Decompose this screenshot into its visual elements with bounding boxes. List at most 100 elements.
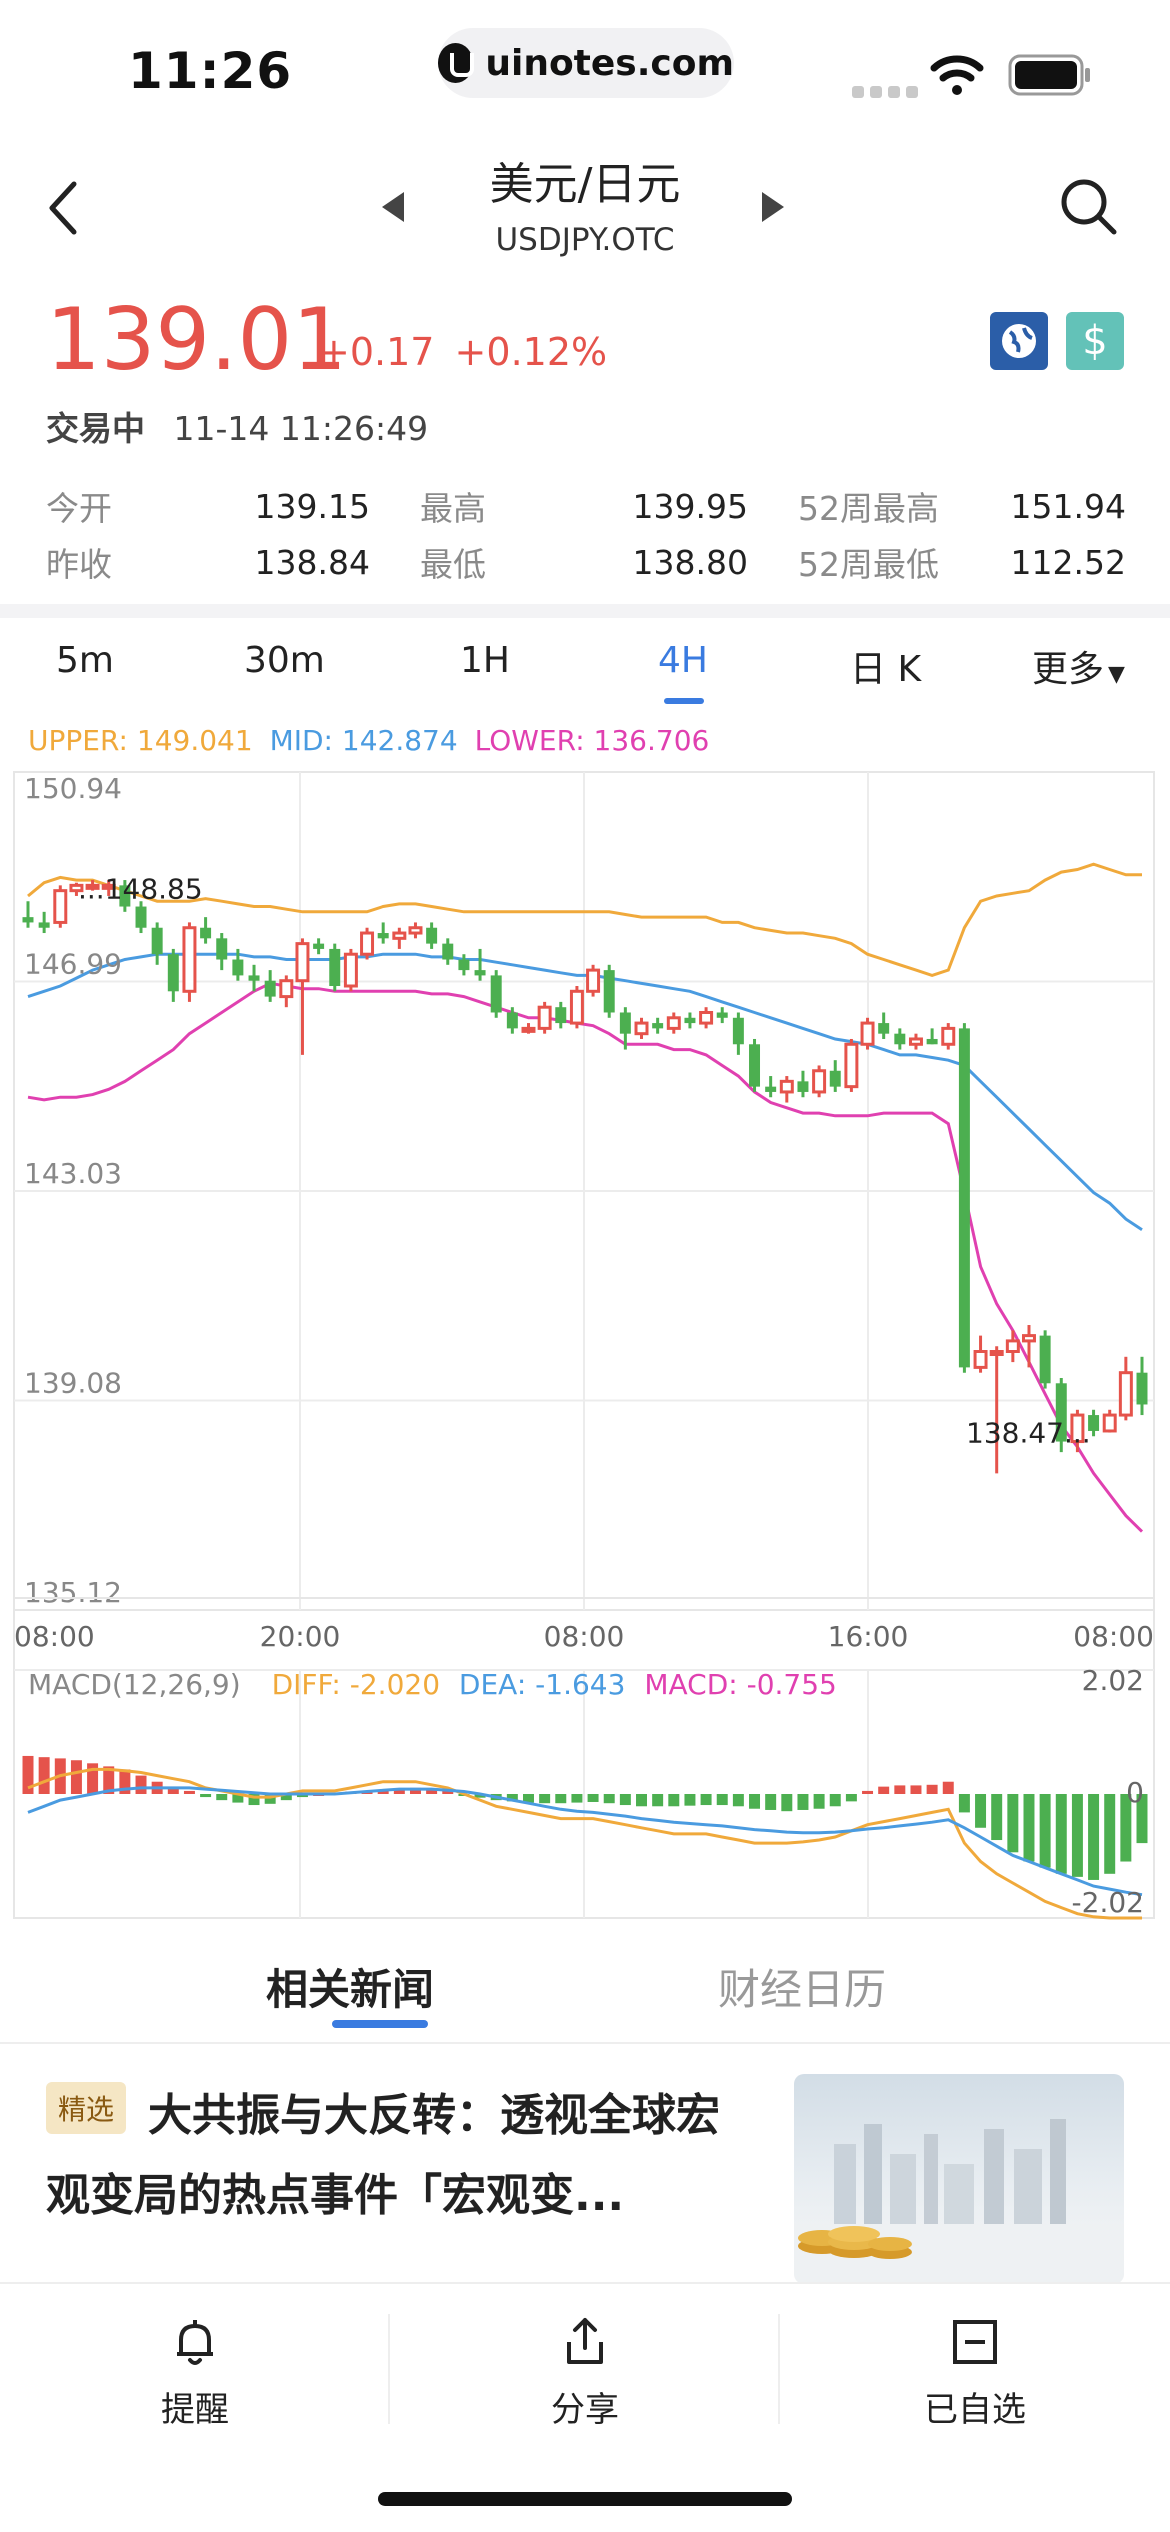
- macd-bar: [539, 1794, 551, 1804]
- quote-time: 11-14 11:26:49: [173, 409, 429, 448]
- candle-body: [264, 980, 276, 997]
- macd-bar: [813, 1794, 825, 1809]
- macd-bar: [797, 1794, 809, 1810]
- candle-body: [749, 1044, 761, 1087]
- stats-row: 今开 139.15 最高 139.95 52周最高 151.94: [46, 478, 1126, 534]
- stat-value: 151.94: [1010, 486, 1126, 526]
- tab-related-news[interactable]: 相关新闻: [266, 1956, 434, 2017]
- x-axis-label: 08:00: [1073, 1620, 1154, 1653]
- candle-body: [699, 1010, 714, 1025]
- tab-30m[interactable]: 30m: [244, 640, 325, 681]
- stat-value: 138.80: [632, 542, 748, 582]
- url-pill[interactable]: uinotes.com: [438, 28, 734, 98]
- macd-bar: [200, 1794, 212, 1798]
- candle-body: [989, 1350, 1004, 1357]
- candle-body: [377, 933, 389, 939]
- next-symbol-icon[interactable]: [758, 190, 788, 224]
- url-text: uinotes.com: [485, 42, 734, 84]
- macd-name: MACD(12,26,9): [28, 1668, 241, 1701]
- candle-body: [958, 1028, 970, 1368]
- tab-more-label: 更多: [1032, 649, 1105, 690]
- macd-bar: [716, 1794, 728, 1806]
- macd-bar: [942, 1781, 954, 1794]
- stat-label: 今开: [46, 489, 112, 528]
- macd-bar: [135, 1775, 147, 1794]
- share-button[interactable]: 分享: [390, 2314, 780, 2431]
- macd-bar: [668, 1794, 680, 1807]
- tab-1h[interactable]: 1H: [460, 640, 510, 681]
- price-chart[interactable]: 150.94 146.99 143.03 139.08 135.12 08:00 20:00…: [0, 760, 1170, 1940]
- candle-body: [634, 1021, 649, 1036]
- candle-body: [603, 970, 615, 1013]
- stats-grid: 今开 139.15 最高 139.95 52周最高 151.94 昨收 138.…: [46, 478, 1126, 590]
- home-indicator: [378, 2492, 792, 2506]
- macd-dea: DEA: -1.643: [458, 1668, 626, 1701]
- tab-5m[interactable]: 5m: [56, 640, 114, 681]
- search-icon[interactable]: [1058, 176, 1120, 238]
- macd-bar: [587, 1794, 599, 1802]
- macd-bar: [829, 1794, 841, 1807]
- site-logo-icon: [438, 43, 475, 83]
- macd-bar: [1071, 1794, 1083, 1877]
- high-annotation: ...148.85: [78, 873, 203, 906]
- macd-bar: [216, 1794, 228, 1801]
- candle-body: [716, 1012, 728, 1018]
- price-change: +0.17 +0.12%: [318, 330, 607, 374]
- tab-economic-calendar[interactable]: 财经日历: [718, 1956, 886, 2017]
- active-tab-indicator: [664, 698, 704, 704]
- candle-body: [1021, 1334, 1036, 1343]
- watchlist-button[interactable]: 已自选: [780, 2314, 1170, 2431]
- candle-body: [652, 1023, 664, 1029]
- dollar-icon[interactable]: $: [1066, 312, 1124, 370]
- y-axis-label: 146.99: [24, 948, 122, 981]
- news-thumbnail[interactable]: [794, 2074, 1124, 2284]
- candle-body: [860, 1021, 875, 1046]
- x-axis-label: 08:00: [544, 1620, 625, 1653]
- macd-bar: [910, 1785, 922, 1794]
- macd-bar: [878, 1786, 890, 1794]
- candle-body: [829, 1070, 841, 1087]
- candle-body: [474, 970, 486, 976]
- tab-daily[interactable]: 日 K: [850, 640, 921, 692]
- candle-body: [1102, 1413, 1117, 1433]
- candle-body: [458, 959, 470, 971]
- symbol-code: USDJPY.OTC: [495, 222, 675, 258]
- macd-bar: [636, 1794, 647, 1807]
- candle-body: [232, 959, 244, 976]
- candle-body: [279, 979, 294, 999]
- macd-bar: [1007, 1794, 1019, 1853]
- globe-icon[interactable]: [990, 312, 1048, 370]
- tab-more[interactable]: 更多 ▼: [1032, 640, 1125, 692]
- macd-axis-label: -2.02: [1072, 1886, 1144, 1919]
- candle-body: [426, 927, 438, 944]
- macd-bar: [183, 1790, 195, 1794]
- macd-bar: [555, 1794, 567, 1804]
- share-label: 分享: [551, 2390, 619, 2430]
- candle-body: [926, 1038, 938, 1045]
- y-axis-label: 139.08: [24, 1367, 122, 1400]
- stats-row: 昨收 138.84 最低 138.80 52周最低 112.52: [46, 534, 1126, 590]
- trading-state: 交易中: [46, 409, 145, 448]
- candle-body: [53, 889, 68, 924]
- candle-body: [765, 1086, 777, 1092]
- y-axis-label: 143.03: [24, 1157, 122, 1190]
- x-axis-label: 16:00: [828, 1620, 909, 1653]
- candle-body: [586, 968, 601, 993]
- news-headline[interactable]: 大共振与大反转：透视全球宏观变局的热点事件「宏观变...: [46, 2076, 746, 2236]
- candle-body: [295, 942, 310, 983]
- stat-value: 138.84: [254, 542, 370, 582]
- current-price: 139.01: [46, 290, 347, 390]
- macd-bar: [991, 1794, 1003, 1841]
- tab-4h[interactable]: 4H: [658, 640, 708, 681]
- candle-body: [343, 952, 358, 988]
- alert-button[interactable]: 提醒: [0, 2314, 390, 2431]
- candle-body: [506, 1012, 518, 1029]
- macd-bar: [38, 1757, 50, 1794]
- macd-bar: [1039, 1794, 1051, 1868]
- macd-bar: [749, 1794, 761, 1809]
- candle-body: [200, 927, 212, 939]
- candle-body: [248, 975, 260, 981]
- stat-value: 139.15: [254, 486, 370, 526]
- stat-label: 52周最低: [798, 545, 939, 584]
- cellular-signal-icon: [852, 86, 918, 98]
